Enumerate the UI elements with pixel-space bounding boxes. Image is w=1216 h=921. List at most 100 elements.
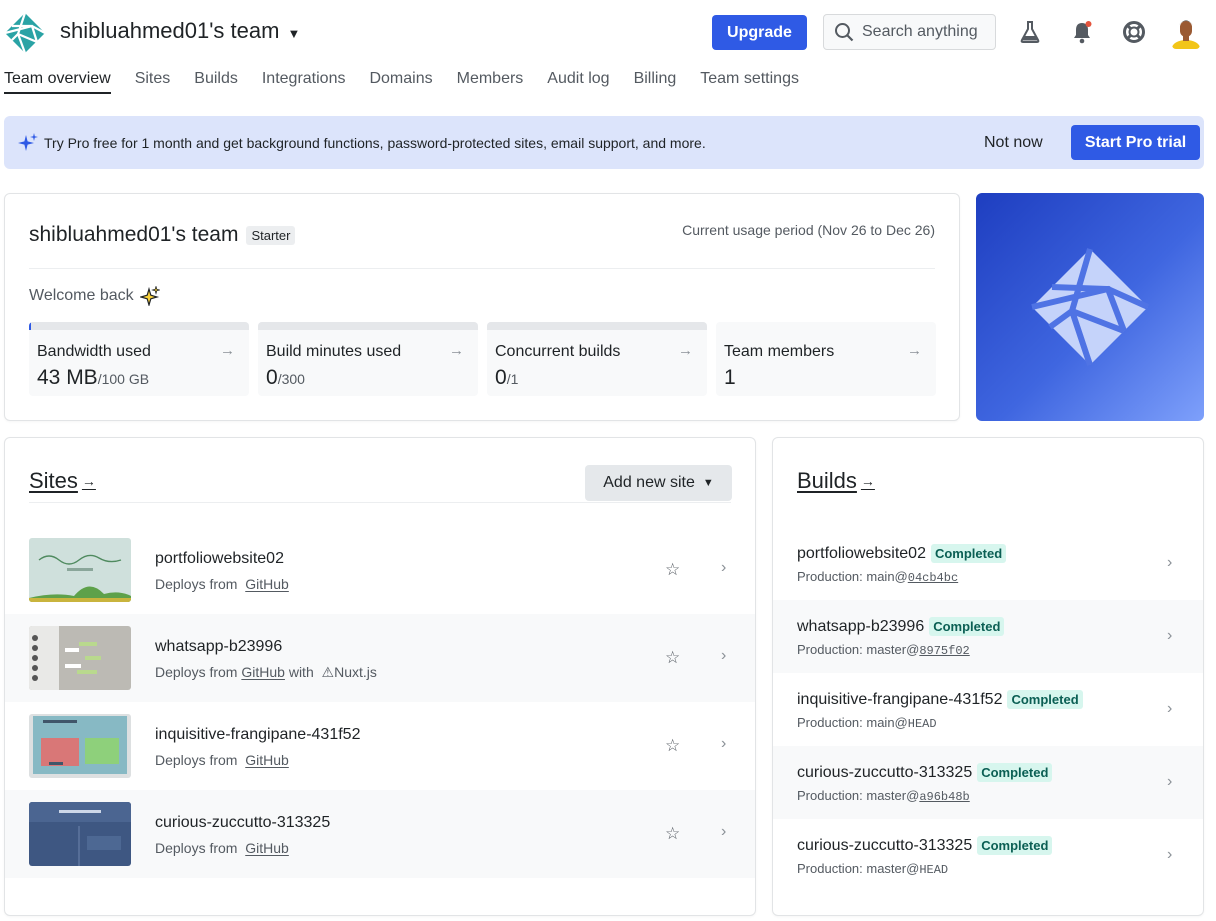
tab-members[interactable]: Members xyxy=(457,70,524,94)
netlify-mark-icon xyxy=(1031,248,1150,366)
build-branch: Production: main@ xyxy=(797,569,908,584)
sparkles-icon xyxy=(139,286,160,306)
site-row[interactable]: portfoliowebsite02 Deploys from GitHub ☆… xyxy=(5,526,755,614)
chevron-right-icon: › xyxy=(721,823,727,840)
star-icon[interactable]: ☆ xyxy=(665,648,680,668)
star-icon[interactable]: ☆ xyxy=(665,824,680,844)
deploy-prefix: Deploys from xyxy=(155,576,238,592)
chevron-right-icon: › xyxy=(1167,773,1173,790)
site-name[interactable]: whatsapp-b23996 xyxy=(155,638,282,656)
pro-trial-banner: Try Pro free for 1 month and get backgro… xyxy=(4,116,1204,169)
build-site-name: portfoliowebsite02 xyxy=(797,544,926,562)
status-badge: Completed xyxy=(977,836,1053,855)
tab-billing[interactable]: Billing xyxy=(634,70,677,94)
tab-sites[interactable]: Sites xyxy=(135,70,171,94)
site-row[interactable]: curious-zuccutto-313325 Deploys from Git… xyxy=(5,790,755,878)
deploy-prefix: Deploys from xyxy=(155,840,238,856)
build-minutes-stat[interactable]: Build minutes used → 0/300 xyxy=(258,322,478,396)
star-icon[interactable]: ☆ xyxy=(665,560,680,580)
builds-title-link[interactable]: Builds → xyxy=(797,468,875,494)
upgrade-button[interactable]: Upgrade xyxy=(712,15,807,50)
usage-period: Current usage period (Nov 26 to Dec 26) xyxy=(682,222,935,238)
repo-link[interactable]: GitHub xyxy=(245,840,289,856)
bandwidth-stat[interactable]: Bandwidth used → 43 MB/100 GB xyxy=(29,322,249,396)
build-name: whatsapp-b23996 Completed xyxy=(797,617,1005,636)
stat-value: 0/1 xyxy=(495,366,518,390)
build-row[interactable]: portfoliowebsite02 Completed Production: … xyxy=(773,527,1203,600)
site-row[interactable]: inquisitive-frangipane-431f52 Deploys fr… xyxy=(5,702,755,790)
sites-title: Sites xyxy=(29,468,78,493)
start-pro-trial-button[interactable]: Start Pro trial xyxy=(1071,125,1200,160)
add-new-site-label: Add new site xyxy=(603,474,695,491)
build-ref: Production: master@a96b48b xyxy=(797,788,970,804)
not-now-button[interactable]: Not now xyxy=(984,134,1043,152)
deploy-prefix: Deploys from xyxy=(155,752,238,768)
sites-title-link[interactable]: Sites → xyxy=(29,468,96,494)
search-input[interactable]: Search anything xyxy=(823,14,996,50)
site-thumbnail xyxy=(29,538,131,602)
commit-link[interactable]: a96b48b xyxy=(919,790,969,804)
build-row[interactable]: curious-zuccutto-313325 Completed Product… xyxy=(773,746,1203,819)
usage-bar xyxy=(29,322,249,330)
stat-value-number: 0 xyxy=(266,366,278,389)
site-name[interactable]: inquisitive-frangipane-431f52 xyxy=(155,726,360,744)
team-switcher[interactable]: shibluahmed01's team ▼ xyxy=(60,18,300,44)
site-name[interactable]: curious-zuccutto-313325 xyxy=(155,814,330,832)
arrow-right-icon: → xyxy=(220,342,235,359)
site-name[interactable]: portfoliowebsite02 xyxy=(155,550,284,568)
tab-integrations[interactable]: Integrations xyxy=(262,70,346,94)
build-name: portfoliowebsite02 Completed xyxy=(797,544,1007,563)
build-ref: Production: master@8975f02 xyxy=(797,642,970,658)
tab-audit-log[interactable]: Audit log xyxy=(547,70,609,94)
search-placeholder: Search anything xyxy=(862,23,978,40)
chevron-right-icon: › xyxy=(1167,700,1173,717)
user-avatar[interactable] xyxy=(1172,15,1200,49)
build-row[interactable]: inquisitive-frangipane-431f52 Completed P… xyxy=(773,673,1203,746)
site-deploy-info: Deploys from GitHub xyxy=(155,752,289,768)
build-ref: Production: main@HEAD xyxy=(797,715,937,731)
repo-link[interactable]: GitHub xyxy=(245,752,289,768)
stat-value-number: 0 xyxy=(495,366,507,389)
stat-limit: /300 xyxy=(277,371,305,387)
tab-domains[interactable]: Domains xyxy=(369,70,432,94)
arrow-right-icon: → xyxy=(860,473,875,489)
build-branch: Production: main@ xyxy=(797,715,908,730)
chevron-right-icon: › xyxy=(1167,554,1173,571)
commit-link[interactable]: 04cb4bc xyxy=(908,571,958,585)
tab-team-overview[interactable]: Team overview xyxy=(4,70,111,94)
concurrent-builds-stat[interactable]: Concurrent builds → 0/1 xyxy=(487,322,707,396)
plan-badge: Starter xyxy=(246,225,296,245)
divider xyxy=(29,268,935,269)
build-row[interactable]: curious-zuccutto-313325 Completed Product… xyxy=(773,819,1203,892)
tab-builds[interactable]: Builds xyxy=(194,70,238,94)
site-deploy-info: Deploys from GitHub with ⚠Nuxt.js xyxy=(155,664,377,681)
repo-link[interactable]: GitHub xyxy=(245,576,289,592)
labs-flask-icon[interactable] xyxy=(1017,18,1043,46)
notifications-bell-icon[interactable] xyxy=(1069,18,1095,46)
arrow-right-icon: → xyxy=(907,342,922,359)
tab-team-settings[interactable]: Team settings xyxy=(700,70,799,94)
star-icon[interactable]: ☆ xyxy=(665,736,680,756)
search-icon xyxy=(835,23,854,42)
stat-limit: /100 GB xyxy=(97,371,150,387)
chevron-down-icon: ▼ xyxy=(702,477,714,489)
team-card-name: shibluahmed01's team xyxy=(29,223,239,246)
build-name: curious-zuccutto-313325 Completed xyxy=(797,836,1053,855)
stat-label: Build minutes used xyxy=(266,343,402,360)
commit-link[interactable]: 8975f02 xyxy=(919,644,969,658)
add-new-site-button[interactable]: Add new site ▼ xyxy=(585,465,732,501)
status-badge: Completed xyxy=(929,617,1005,636)
site-thumbnail xyxy=(29,626,131,690)
team-members-stat[interactable]: Team members → 1 xyxy=(716,322,936,396)
stat-limit: /1 xyxy=(506,371,519,387)
site-row[interactable]: whatsapp-b23996 Deploys from GitHub with… xyxy=(5,614,755,702)
deploy-prefix: Deploys from xyxy=(155,664,238,680)
netlify-logo-icon[interactable] xyxy=(4,12,46,54)
team-nav: Team overview Sites Builds Integrations … xyxy=(4,70,799,94)
build-row[interactable]: whatsapp-b23996 Completed Production: mas… xyxy=(773,600,1203,673)
repo-link[interactable]: GitHub xyxy=(241,664,285,680)
arrow-right-icon: → xyxy=(81,473,96,489)
stat-label: Team members xyxy=(724,343,835,360)
framework-prefix: with xyxy=(288,664,314,680)
support-lifebuoy-icon[interactable] xyxy=(1121,18,1147,46)
